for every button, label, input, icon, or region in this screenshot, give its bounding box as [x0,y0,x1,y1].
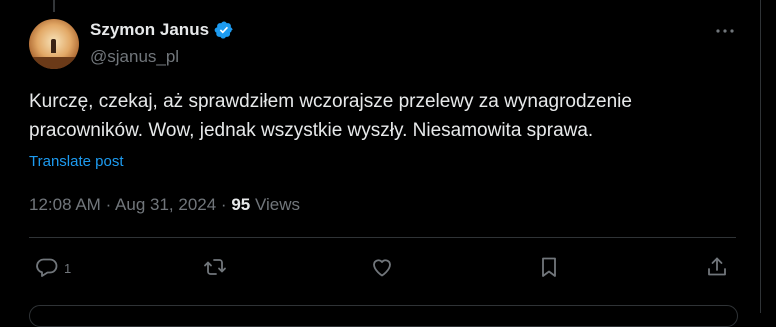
post-text-line: pracowników. Wow, jednak wszystkie wyszł… [29,120,594,141]
post-date[interactable]: Aug 31, 2024 [115,195,216,214]
thread-connector-line [53,0,55,12]
verified-badge-icon[interactable] [214,20,234,40]
column-border [760,0,761,313]
share-icon [708,257,726,276]
post-text: Kurczę, czekaj, aż sprawdziłem wczorajsz… [29,87,729,145]
reply-button[interactable]: 1 [35,254,71,280]
translate-post-link[interactable]: Translate post [29,153,124,170]
avatar-figure [51,39,56,53]
author-name[interactable]: Szymon Janus [90,20,209,40]
divider [29,237,736,238]
post-meta: 12:08 AM · Aug 31, 2024 · 95 Views [29,195,300,215]
repost-button[interactable] [203,254,227,280]
post-text-line: Kurczę, czekaj, aż sprawdziłem wczorajsz… [29,91,632,112]
views-count: 95 [231,195,251,214]
reply-icon [36,258,58,277]
reply-count: 1 [64,261,72,276]
like-icon [373,259,391,277]
repost-icon [204,259,226,275]
avatar[interactable] [29,19,79,69]
avatar-ground [29,57,79,69]
author-row: Szymon Janus [90,20,234,40]
reply-composer[interactable] [29,305,738,327]
bookmark-icon [542,257,556,277]
ellipsis-icon[interactable] [714,22,736,40]
share-button[interactable] [705,254,729,280]
post-time[interactable]: 12:08 AM [29,195,101,214]
meta-separator: · [105,195,112,214]
meta-separator: · [220,195,227,214]
views-label: Views [254,195,301,214]
author-handle[interactable]: @sjanus_pl [90,47,179,67]
like-button[interactable] [370,254,394,280]
bookmark-button[interactable] [537,254,561,280]
